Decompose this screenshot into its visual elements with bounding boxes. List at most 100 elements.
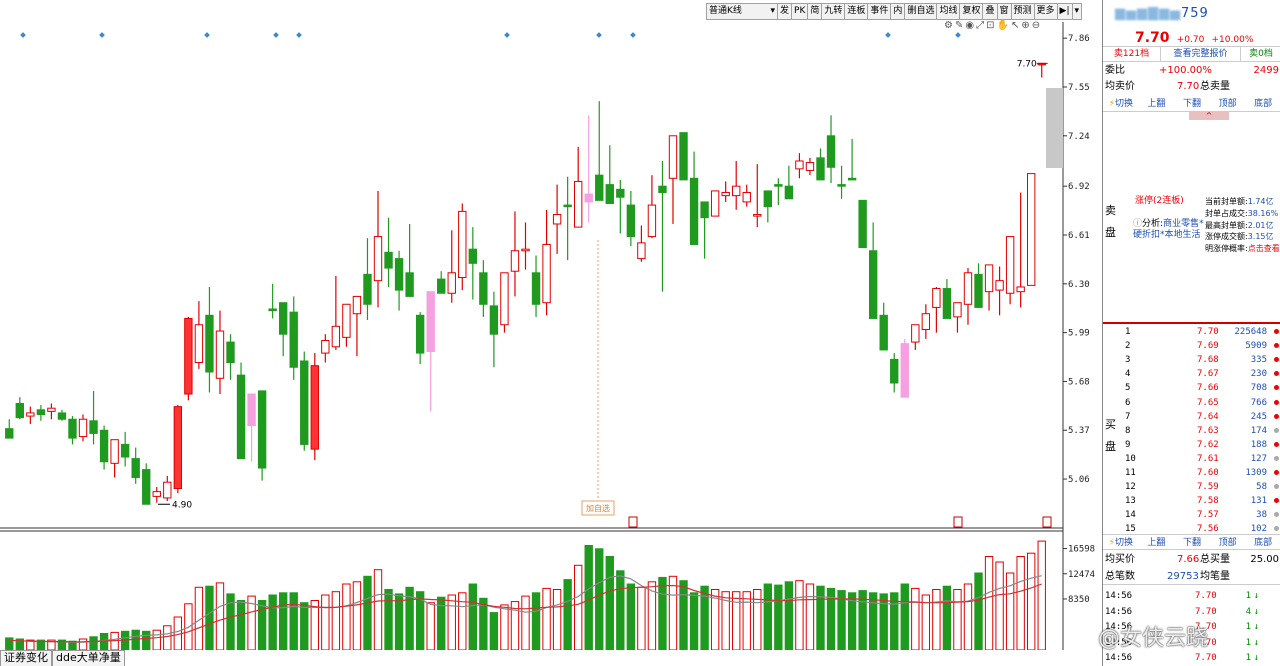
top-button[interactable]: 顶部	[1210, 96, 1246, 111]
candle	[542, 209, 551, 316]
tab-dde[interactable]: dde大单净量	[52, 650, 125, 666]
volume-bar	[963, 583, 973, 650]
buy-depth-button[interactable]: 卖0档	[1241, 47, 1280, 61]
bottom-button[interactable]: 底部	[1245, 96, 1280, 111]
sell-side-label: 卖盘	[1105, 204, 1116, 239]
candle-body	[890, 358, 899, 384]
event-marker[interactable]	[955, 32, 961, 38]
page-up-button[interactable]: 上翻	[1139, 96, 1175, 111]
event-marker[interactable]	[296, 32, 302, 38]
bid-level-row[interactable]: 9 7.62 188	[1117, 438, 1280, 452]
event-marker[interactable]	[204, 32, 210, 38]
bid-section: 买盘 1 7.70 225648 2 7.69 5909 3 7.68 335 4 7.67 230 5…	[1103, 322, 1280, 534]
candle	[974, 263, 983, 308]
full-quote-button[interactable]: 查看完整报价	[1161, 47, 1241, 61]
volume-bar	[447, 594, 456, 650]
candle-body	[247, 393, 256, 427]
bid-volume: 5909	[1245, 341, 1267, 352]
limit-analysis[interactable]: ⓘ分析:商业零售*硬折扣*本地生活	[1133, 219, 1208, 241]
bid-level: 14	[1125, 510, 1136, 521]
candle-body	[942, 288, 952, 319]
bid-level-row[interactable]: 11 7.60 1309	[1117, 466, 1280, 480]
bid-level-row[interactable]: 6 7.65 766	[1117, 396, 1280, 410]
volume-bar	[668, 575, 678, 650]
candle-body	[858, 199, 867, 249]
bid-level-row[interactable]: 3 7.68 335	[1117, 353, 1280, 367]
bid-level-row[interactable]: 4 7.67 230	[1117, 367, 1280, 381]
candle-body	[995, 280, 1004, 291]
candle	[89, 390, 98, 445]
candle	[647, 175, 657, 239]
candle	[310, 353, 319, 461]
event-marker[interactable]	[504, 32, 510, 38]
candle	[637, 225, 646, 262]
event-marker[interactable]	[885, 32, 891, 38]
candle-body	[321, 339, 330, 354]
chevron-up-icon[interactable]: ^	[1189, 112, 1229, 120]
volume-bar	[215, 582, 225, 650]
top-button[interactable]: 顶部	[1210, 535, 1246, 549]
sell-depth-button[interactable]: 卖121档	[1103, 47, 1161, 61]
bid-dot	[1274, 455, 1279, 461]
page-up-button[interactable]: 上翻	[1139, 535, 1175, 549]
candle-body	[1005, 236, 1015, 294]
event-marker[interactable]	[273, 32, 279, 38]
event-flag-icon[interactable]	[628, 516, 638, 528]
bid-level-row[interactable]: 8 7.63 174	[1117, 424, 1280, 438]
candle	[763, 190, 773, 223]
candle-body	[816, 157, 825, 181]
bid-level-row[interactable]: 12 7.59 58	[1117, 480, 1280, 494]
bid-level-row[interactable]: 14 7.57 38	[1117, 508, 1280, 522]
add-watchlist-tag[interactable]: 加自选	[581, 500, 615, 516]
bottom-button[interactable]: 底部	[1245, 535, 1280, 549]
limit-probability-link[interactable]: 点击查看	[1248, 244, 1280, 253]
bid-level-row[interactable]: 5 7.66 708	[1117, 381, 1280, 395]
switch-button[interactable]: ⚡切换	[1103, 535, 1139, 549]
candle	[173, 405, 183, 494]
event-marker[interactable]	[20, 32, 26, 38]
bid-level-row[interactable]: 10 7.61 127	[1117, 452, 1280, 466]
watermark: @女侠云跷	[1098, 626, 1209, 651]
bid-level-row[interactable]: 1 7.70 225648	[1117, 325, 1280, 339]
event-flag-icon[interactable]	[1042, 516, 1052, 528]
stock-name-redacted: ▆▅▆▇▆▅	[1115, 6, 1181, 21]
candle	[247, 393, 256, 462]
bid-level-row[interactable]: 2 7.69 5909	[1117, 339, 1280, 353]
page-down-button[interactable]: 下翻	[1174, 96, 1210, 111]
event-marker[interactable]	[596, 32, 602, 38]
candle-body	[47, 407, 56, 412]
avg-vol-label: 均笔量	[1200, 571, 1230, 582]
candle-body	[732, 185, 741, 197]
candle-body	[173, 406, 183, 490]
switch-button[interactable]: ⚡切换	[1103, 96, 1139, 111]
tab-securities-change[interactable]: 证券变化	[0, 650, 52, 666]
volume-bar	[5, 637, 14, 650]
tick-volume: 1	[1245, 653, 1251, 663]
volume-bar	[521, 595, 530, 650]
candle	[710, 190, 720, 217]
volume-bar	[995, 561, 1004, 650]
candle	[826, 115, 836, 184]
volume-bar	[426, 602, 435, 650]
candle-body	[784, 185, 794, 200]
page-down-button[interactable]: 下翻	[1174, 535, 1210, 549]
bid-price: 7.58	[1197, 496, 1219, 507]
limit-stat-row: 封单占成交:38.16%	[1205, 208, 1280, 220]
candle	[584, 115, 593, 223]
down-arrow-icon: ↓	[1253, 606, 1259, 617]
candle-body	[847, 177, 857, 181]
volume-bar	[605, 556, 614, 650]
event-marker[interactable]	[630, 32, 636, 38]
bid-price: 7.70	[1197, 327, 1219, 337]
event-marker[interactable]	[99, 32, 105, 38]
stock-name-suffix: 759	[1181, 6, 1209, 21]
candle	[626, 190, 636, 247]
kline-chart[interactable]: 7.86 7.55 7.24 6.92 6.61 6.30 5.99 5.68 5.37 5.06…	[0, 0, 1102, 650]
candle-body	[215, 330, 225, 379]
event-flag-icon[interactable]	[953, 516, 963, 528]
bid-level-row[interactable]: 13 7.58 131	[1117, 494, 1280, 508]
stock-name: ▆▅▆▇▆▅759	[1115, 6, 1209, 21]
event-markers	[20, 32, 961, 38]
bid-level-row[interactable]: 7 7.64 245	[1117, 410, 1280, 424]
volume-bar	[1027, 552, 1036, 650]
